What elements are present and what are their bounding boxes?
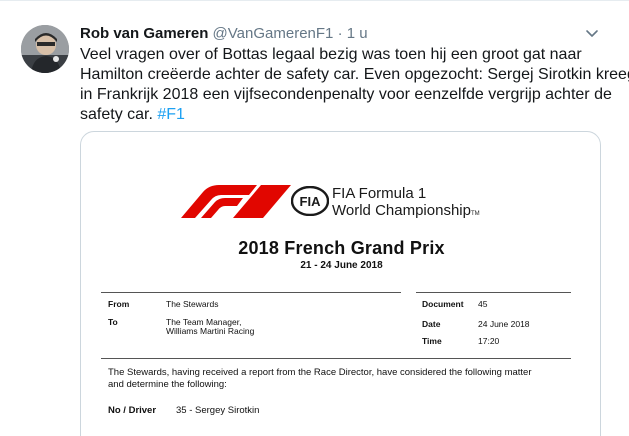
- logo-line-2: World Championship: [332, 202, 471, 219]
- media-card[interactable]: FIA FIA Formula 1 World ChampionshipTM 2…: [80, 131, 601, 436]
- tweet-text-line: in Frankrijk 2018 een vijfsecondenpenalt…: [80, 86, 612, 103]
- tweet-text: Veel vragen over of Bottas legaal bezig …: [80, 45, 629, 125]
- date-label: Date: [422, 319, 441, 329]
- from-value: The Stewards: [166, 299, 219, 309]
- tweet-timestamp[interactable]: 1 u: [347, 25, 368, 42]
- tweet-text-tail: safety car.: [80, 106, 158, 123]
- document-dates: 21 - 24 June 2018: [300, 260, 383, 271]
- divider: [101, 358, 571, 359]
- to-value-line-2: Williams Martini Racing: [166, 326, 255, 336]
- document-body-line: The Stewards, having received a report f…: [108, 367, 532, 378]
- time-value: 17:20: [478, 336, 500, 346]
- separator-dot: ·: [337, 25, 343, 42]
- document-body-line: and determine the following:: [108, 379, 227, 390]
- avatar[interactable]: [21, 25, 69, 73]
- logo-line-1: FIA Formula 1: [332, 185, 427, 202]
- tweet[interactable]: Rob van Gameren @VanGamerenF1 · 1 u Veel…: [0, 0, 629, 436]
- author-handle[interactable]: @VanGamerenF1: [213, 25, 334, 42]
- document-body: The Stewards, having received a report f…: [108, 367, 578, 391]
- document-number: 45: [478, 299, 488, 309]
- fia-badge-text: FIA: [300, 194, 322, 209]
- tweet-text-line: Veel vragen over of Bottas legaal bezig …: [80, 46, 582, 63]
- tweet-text-line: safety car. #F1: [80, 105, 610, 125]
- date-value: 24 June 2018: [478, 319, 530, 329]
- divider: [416, 292, 571, 293]
- author-name[interactable]: Rob van Gameren: [80, 25, 208, 42]
- driver-label: No / Driver: [108, 405, 157, 416]
- tweet-header: Rob van Gameren @VanGamerenF1 · 1 u: [80, 24, 368, 44]
- chevron-down-icon[interactable]: [584, 27, 600, 41]
- f1-logo: [181, 185, 291, 218]
- document-title: 2018 French Grand Prix: [238, 238, 445, 258]
- from-label: From: [108, 299, 130, 309]
- driver-value: 35 - Sergey Sirotkin: [176, 405, 260, 416]
- hashtag-link[interactable]: #F1: [157, 106, 185, 123]
- document-label: Document: [422, 299, 464, 309]
- fia-logo: FIA: [291, 186, 329, 216]
- tweet-text-line: Hamilton creëerde achter de safety car. …: [80, 66, 629, 83]
- divider: [101, 292, 401, 293]
- logo-tm: TM: [470, 211, 480, 217]
- time-label: Time: [422, 336, 442, 346]
- to-label: To: [108, 317, 118, 327]
- championship-logo-text: FIA Formula 1 World ChampionshipTM: [332, 185, 480, 223]
